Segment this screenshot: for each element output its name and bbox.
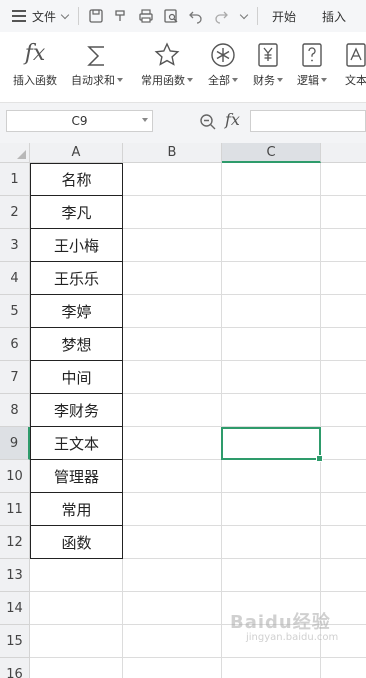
dropdown-icon: [187, 78, 193, 82]
redo-icon[interactable]: [213, 8, 229, 24]
yen-icon: [257, 32, 279, 68]
chevron-down-icon: [60, 10, 70, 19]
menu-bar: 文件 开始 插入: [0, 0, 366, 32]
tab-home[interactable]: 开始: [272, 8, 296, 25]
row-header-4[interactable]: 4: [0, 262, 30, 295]
cell-a11[interactable]: 常用: [30, 493, 123, 526]
dropdown-icon: [232, 78, 238, 82]
column-header-a[interactable]: A: [30, 143, 123, 163]
all-functions-label: 全部: [208, 74, 230, 87]
financial-label: 财务: [253, 74, 275, 87]
spreadsheet-grid[interactable]: A B C 1 2 3 4 5 6 7 8 9 10 11 12 13 14 15 16 名称 李凡 王小梅 王乐乐李…: [0, 143, 366, 678]
row-header-2[interactable]: 2: [0, 196, 30, 229]
watermark-sub: jingyan.baidu.com: [246, 632, 339, 643]
gridline: [30, 657, 366, 658]
fx-icon[interactable]: fx: [225, 110, 240, 129]
logic-icon: [301, 32, 323, 68]
dropdown-icon: [321, 78, 327, 82]
row-header-7[interactable]: 7: [0, 361, 30, 394]
menu-icon[interactable]: [12, 10, 28, 22]
undo-icon[interactable]: [188, 8, 204, 24]
formula-input[interactable]: [250, 110, 366, 132]
name-box[interactable]: C9: [6, 110, 153, 132]
print-icon[interactable]: [138, 8, 154, 24]
row-header-15[interactable]: 15: [0, 625, 30, 658]
formula-ribbon: fx 插入函数 自动求和 常用函数 全部 财务 逻辑 文本: [0, 32, 366, 103]
file-menu-label: 文件: [32, 9, 57, 24]
common-functions-button[interactable]: 常用函数: [136, 32, 198, 102]
row-header-8[interactable]: 8: [0, 394, 30, 427]
print-preview-icon[interactable]: [163, 8, 179, 24]
tab-insert[interactable]: 插入: [322, 8, 346, 25]
insert-function-button[interactable]: fx 插入函数: [8, 32, 62, 102]
row-header-13[interactable]: 13: [0, 559, 30, 592]
name-box-value: C9: [71, 114, 88, 128]
row-header-6[interactable]: 6: [0, 328, 30, 361]
cell-a3[interactable]: 王小梅: [30, 229, 123, 262]
dropdown-icon: [117, 78, 123, 82]
logical-label: 逻辑: [297, 74, 319, 87]
zoom-icon[interactable]: [199, 113, 217, 131]
row-header-11[interactable]: 11: [0, 493, 30, 526]
fx-icon: fx: [24, 41, 46, 66]
common-functions-label: 常用函数: [141, 74, 185, 87]
cell-a4[interactable]: 王乐乐: [30, 262, 123, 295]
format-painter-icon[interactable]: [113, 8, 129, 24]
row-header-9[interactable]: 9: [0, 427, 30, 460]
text-functions-label: 文本: [345, 74, 366, 87]
text-icon: [345, 32, 366, 68]
sigma-icon: [86, 32, 108, 68]
autosum-label: 自动求和: [71, 74, 115, 87]
cell-a10[interactable]: 管理器: [30, 460, 123, 493]
file-menu[interactable]: 文件: [32, 8, 70, 25]
formula-bar: C9 fx: [0, 103, 366, 143]
divider: [78, 7, 80, 25]
save-icon[interactable]: [88, 8, 104, 24]
row-header-12[interactable]: 12: [0, 526, 30, 559]
row-header-3[interactable]: 3: [0, 229, 30, 262]
cell-a7[interactable]: 中间: [30, 361, 123, 394]
cell-a12[interactable]: 函数: [30, 526, 123, 559]
select-all-corner[interactable]: [0, 143, 30, 163]
star-icon: [154, 32, 180, 68]
dropdown-icon[interactable]: [142, 118, 148, 122]
text-functions-button[interactable]: 文本: [338, 32, 366, 102]
row-header-14[interactable]: 14: [0, 592, 30, 625]
customize-toolbar-icon[interactable]: [239, 10, 249, 19]
dropdown-icon: [277, 78, 283, 82]
cell-a9[interactable]: 王文本: [30, 427, 123, 460]
active-cell-c9[interactable]: [221, 427, 323, 462]
insert-function-label: 插入函数: [13, 74, 57, 87]
column-header-d[interactable]: [321, 143, 366, 163]
all-functions-icon: [210, 32, 236, 68]
cell-a8[interactable]: 李财务: [30, 394, 123, 427]
cell-a1[interactable]: 名称: [30, 163, 123, 196]
row-header-5[interactable]: 5: [0, 295, 30, 328]
column-header-b[interactable]: B: [123, 143, 222, 163]
row-header-1[interactable]: 1: [0, 163, 30, 196]
cell-a6[interactable]: 梦想: [30, 328, 123, 361]
divider: [257, 7, 259, 25]
gridline: [30, 591, 366, 592]
cell-a2[interactable]: 李凡: [30, 196, 123, 229]
gridline: [221, 163, 222, 678]
row-header-10[interactable]: 10: [0, 460, 30, 493]
watermark: Baidu经验: [230, 612, 331, 633]
row-header-16[interactable]: 16: [0, 658, 30, 678]
logical-button[interactable]: 逻辑: [294, 32, 330, 102]
cell-a5[interactable]: 李婷: [30, 295, 123, 328]
autosum-button[interactable]: 自动求和: [66, 32, 128, 102]
column-header-c[interactable]: C: [222, 143, 321, 163]
gridline: [320, 163, 321, 678]
financial-button[interactable]: 财务: [250, 32, 286, 102]
all-functions-button[interactable]: 全部: [204, 32, 242, 102]
